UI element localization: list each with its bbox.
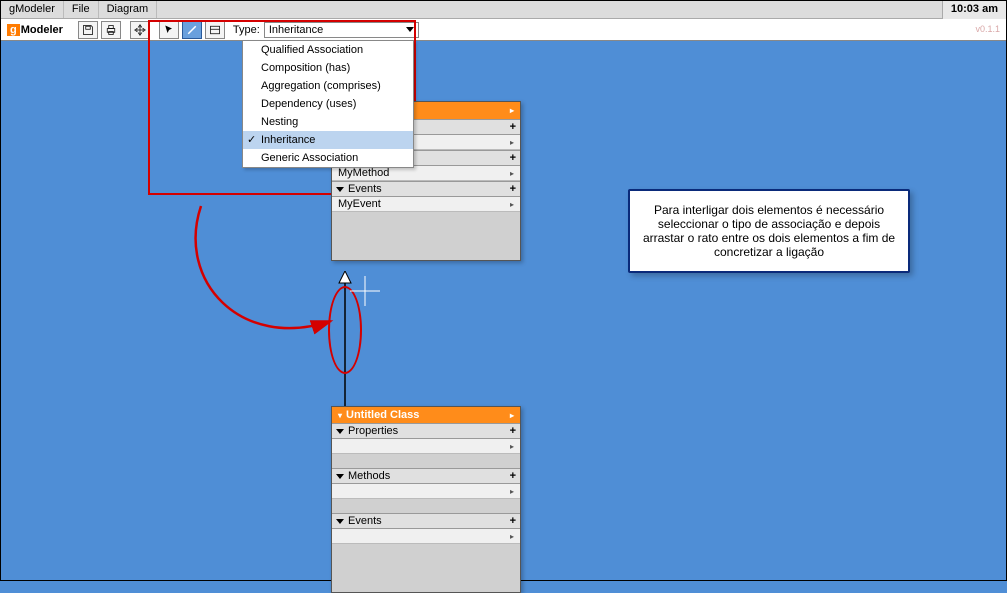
dropdown-item-qualified-association[interactable]: Qualified Association	[243, 41, 413, 59]
class-title-bottom[interactable]: ▾ Untitled Class ▸	[332, 407, 520, 423]
add-icon[interactable]: +	[510, 152, 516, 164]
methods-header-label: Methods	[348, 470, 390, 482]
method-row[interactable]: MyMethod▸	[332, 166, 520, 181]
table-row[interactable]: ▸	[332, 439, 520, 454]
table-row[interactable]: ▸	[332, 529, 520, 544]
dropdown-item-composition[interactable]: Composition (has)	[243, 59, 413, 77]
instruction-callout: Para interligar dois elementos é necessá…	[628, 189, 910, 273]
type-dropdown-list: Qualified Association Composition (has) …	[242, 40, 414, 168]
add-property-icon[interactable]: +	[510, 425, 516, 437]
class-title-caret: ▾	[338, 411, 342, 420]
pointer-icon	[163, 24, 175, 36]
events-header-label: Events	[348, 515, 382, 527]
add-event-icon[interactable]: +	[510, 183, 516, 195]
menu-diagram[interactable]: Diagram	[99, 1, 158, 18]
version-label: v0.1.1	[975, 24, 1000, 34]
type-dropdown[interactable]: Inheritance	[264, 22, 419, 38]
class-title-right-icon: ▸	[510, 411, 514, 420]
annotation-ellipse	[328, 286, 362, 374]
dropdown-item-inheritance[interactable]: ✓ Inheritance	[243, 131, 413, 149]
print-button[interactable]	[101, 21, 121, 39]
class-icon	[209, 24, 221, 36]
link-tool-button[interactable]	[182, 21, 202, 39]
logo-text: Modeler	[21, 24, 63, 36]
move-icon	[134, 24, 146, 36]
add-method-icon[interactable]: +	[510, 470, 516, 482]
dropdown-item-dependency[interactable]: Dependency (uses)	[243, 95, 413, 113]
dropdown-item-aggregation[interactable]: Aggregation (comprises)	[243, 77, 413, 95]
properties-header[interactable]: Properties +	[332, 423, 520, 439]
save-button[interactable]	[78, 21, 98, 39]
events-header[interactable]: Events +	[332, 513, 520, 529]
dropdown-item-generic-association[interactable]: Generic Association	[243, 149, 413, 167]
properties-header-label: Properties	[348, 425, 398, 437]
save-icon	[82, 24, 94, 36]
events-header[interactable]: Events +	[332, 181, 520, 197]
menu-gmodeler[interactable]: gModeler	[1, 1, 64, 18]
crosshair-cursor-icon	[350, 276, 380, 306]
method-label: MyMethod	[338, 167, 389, 179]
toolbar: gModeler Type: Inheritance	[1, 19, 1006, 41]
dropdown-item-label: Inheritance	[261, 134, 315, 146]
link-icon	[186, 24, 198, 36]
print-icon	[105, 24, 117, 36]
class-tool-button[interactable]	[205, 21, 225, 39]
dropdown-item-nesting[interactable]: Nesting	[243, 113, 413, 131]
event-row[interactable]: MyEvent▸	[332, 197, 520, 212]
type-label: Type:	[233, 24, 260, 36]
pointer-tool-button[interactable]	[159, 21, 179, 39]
logo-g: g	[7, 24, 20, 36]
app-logo: gModeler	[1, 24, 69, 36]
menu-bar: gModeler File Diagram	[1, 1, 1006, 19]
add-icon[interactable]: +	[510, 121, 516, 133]
type-dropdown-value: Inheritance	[269, 24, 323, 36]
event-label: MyEvent	[338, 198, 381, 210]
class-title-text-top	[425, 105, 428, 117]
methods-header[interactable]: Methods +	[332, 468, 520, 484]
add-event-icon[interactable]: +	[510, 515, 516, 527]
move-tool-button[interactable]	[130, 21, 150, 39]
class-card-bottom[interactable]: ▾ Untitled Class ▸ Properties + ▸ Methods +…	[331, 406, 521, 593]
inheritance-connector	[335, 271, 355, 411]
clock: 10:03 am	[942, 1, 1006, 19]
check-icon: ✓	[247, 133, 256, 146]
menu-file[interactable]: File	[64, 1, 99, 18]
chevron-down-icon	[406, 27, 414, 32]
class-title-text: Untitled Class	[346, 409, 419, 421]
table-row[interactable]: ▸	[332, 484, 520, 499]
events-header-label: Events	[348, 183, 382, 195]
class-title-right-icon: ▸	[510, 106, 514, 115]
